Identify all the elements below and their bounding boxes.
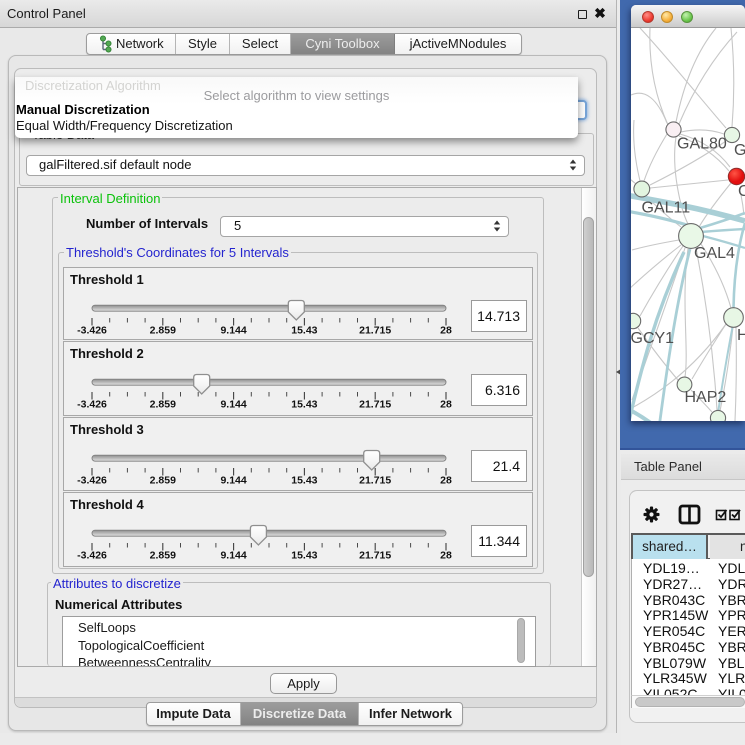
svg-text:-3.426: -3.426 <box>77 475 107 487</box>
svg-text:2.859: 2.859 <box>150 475 176 487</box>
svg-text:9.144: 9.144 <box>220 325 246 337</box>
svg-text:15.43: 15.43 <box>291 550 317 562</box>
svg-text:15.43: 15.43 <box>291 325 317 337</box>
svg-text:HAP2: HAP2 <box>685 389 727 406</box>
svg-text:HI: HI <box>737 327 745 344</box>
svg-text:9.144: 9.144 <box>220 475 246 487</box>
svg-text:21.715: 21.715 <box>359 325 391 337</box>
svg-text:15.43: 15.43 <box>291 475 317 487</box>
svg-text:21.715: 21.715 <box>359 475 391 487</box>
svg-text:GAL4: GAL4 <box>694 245 735 262</box>
svg-text:2.859: 2.859 <box>150 399 176 411</box>
svg-text:GAL11: GAL11 <box>642 200 691 217</box>
svg-text:28: 28 <box>440 399 452 411</box>
svg-text:2.859: 2.859 <box>150 550 176 562</box>
svg-text:28: 28 <box>440 325 452 337</box>
svg-text:-3.426: -3.426 <box>77 325 107 337</box>
svg-text:-3.426: -3.426 <box>77 399 107 411</box>
svg-text:GAL80: GAL80 <box>677 136 727 153</box>
svg-text:CY: CY <box>738 183 745 200</box>
svg-text:28: 28 <box>440 475 452 487</box>
svg-text:-3.426: -3.426 <box>77 550 107 562</box>
svg-text:GCY1: GCY1 <box>631 330 674 347</box>
svg-text:9.144: 9.144 <box>220 550 246 562</box>
svg-text:2.859: 2.859 <box>150 325 176 337</box>
svg-text:15.43: 15.43 <box>291 399 317 411</box>
svg-text:21.715: 21.715 <box>359 399 391 411</box>
svg-text:28: 28 <box>440 550 452 562</box>
svg-text:9.144: 9.144 <box>220 399 246 411</box>
svg-text:GAL3: GAL3 <box>734 142 745 159</box>
svg-text:21.715: 21.715 <box>359 550 391 562</box>
